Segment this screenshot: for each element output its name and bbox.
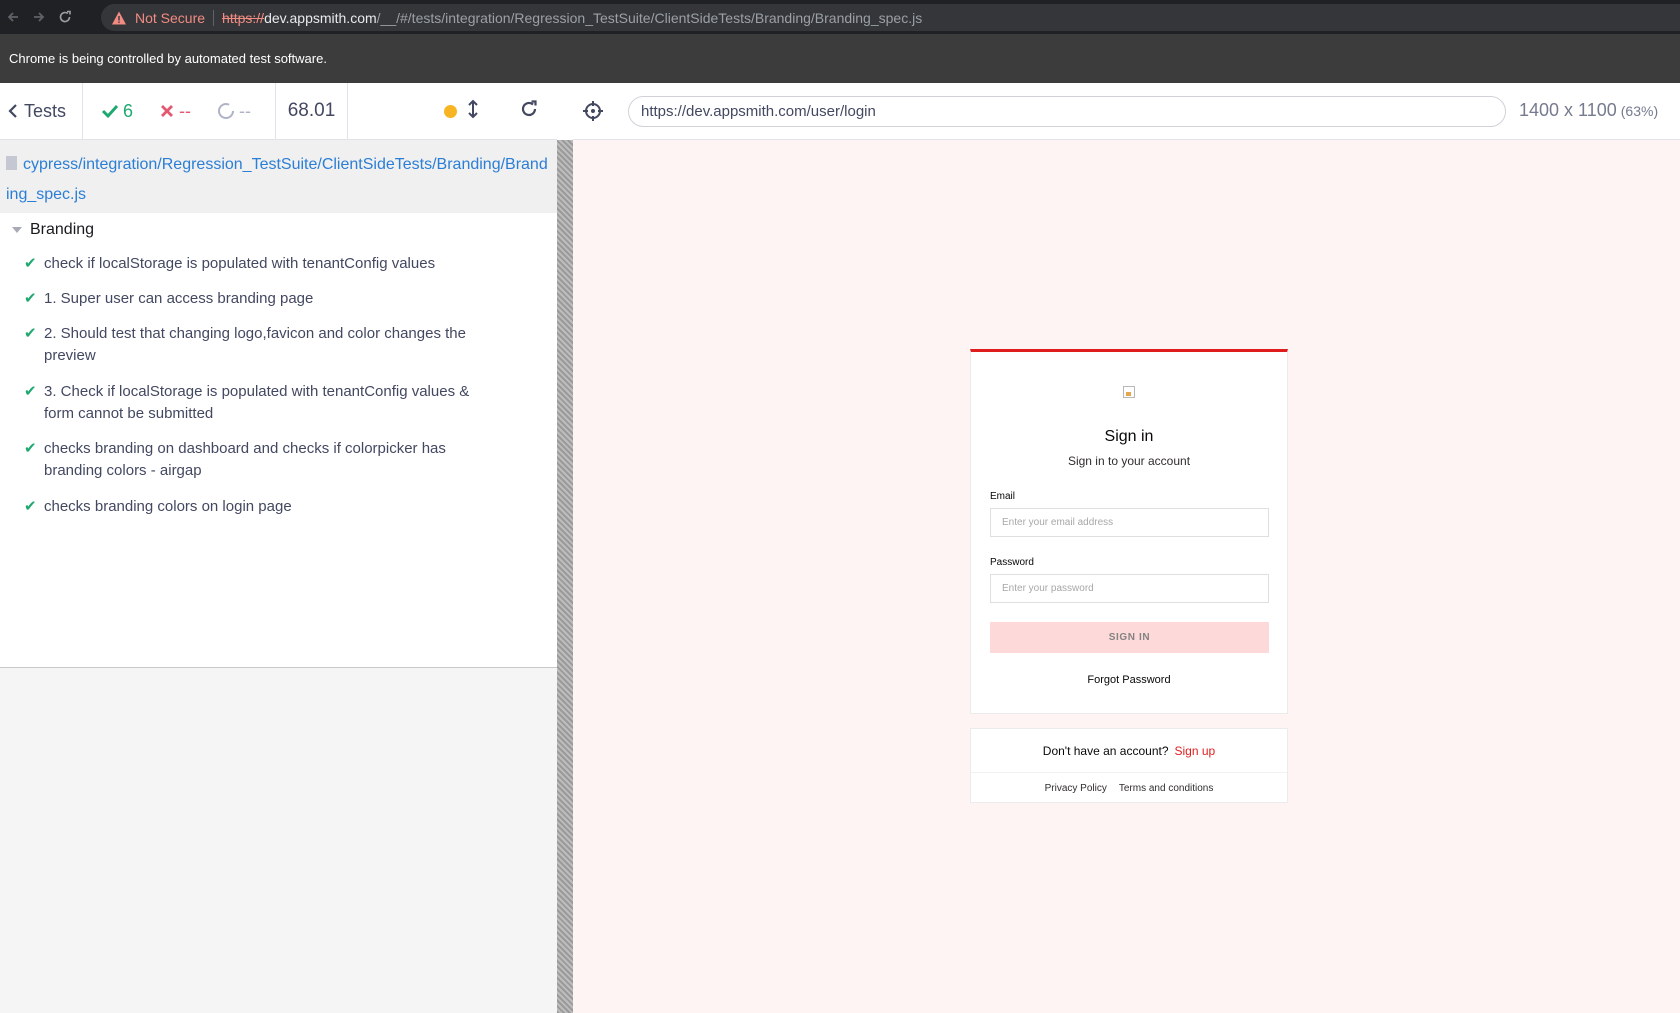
no-account-text: Don't have an account? bbox=[1042, 743, 1169, 758]
viewport-info[interactable]: 1400 x 1100 (63%) bbox=[1519, 100, 1658, 121]
file-icon bbox=[6, 156, 17, 170]
passed-stat[interactable]: 6 bbox=[101, 101, 133, 122]
aut-url-bar[interactable]: https://dev.appsmith.com/user/login bbox=[628, 96, 1506, 127]
viewport-scale: (63%) bbox=[1620, 103, 1659, 119]
tests-label: Tests bbox=[24, 100, 67, 121]
email-input[interactable]: Enter your email address bbox=[990, 508, 1269, 537]
url-path: /__/#/tests/integration/Regression_TestS… bbox=[376, 9, 923, 26]
x-icon bbox=[161, 105, 174, 117]
reporter-header: Tests 6 -- -- 68.01 bbox=[0, 83, 557, 140]
browser-toolbar: Not Secure https://dev.appsmith.com/__/#… bbox=[0, 0, 1680, 34]
test-label: checks branding colors on login page bbox=[44, 498, 292, 515]
email-label: Email bbox=[990, 491, 1016, 502]
signin-button[interactable]: SIGN IN bbox=[990, 622, 1269, 653]
duration: 68.01 bbox=[276, 83, 348, 139]
pending-stat[interactable]: -- bbox=[217, 101, 251, 122]
signin-title: Sign in bbox=[1104, 428, 1154, 445]
aut-header: https://dev.appsmith.com/user/login 1400… bbox=[573, 83, 1680, 140]
address-bar[interactable]: Not Secure https://dev.appsmith.com/__/#… bbox=[101, 4, 1680, 31]
check-icon: ✔ bbox=[24, 383, 37, 400]
auto-scroll-toggle[interactable] bbox=[467, 99, 479, 124]
test-label: 1. Super user can access branding page bbox=[44, 290, 314, 307]
password-input[interactable]: Enter your password bbox=[990, 574, 1269, 603]
forward-button[interactable] bbox=[26, 0, 52, 34]
automation-infobar: Chrome is being controlled by automated … bbox=[0, 34, 1680, 83]
test-item[interactable]: ✔ 3. Check if localStorage is populated … bbox=[24, 381, 494, 425]
suite-header[interactable]: Branding bbox=[12, 221, 94, 239]
signup-link[interactable]: Sign up bbox=[1175, 744, 1216, 758]
test-stats: 6 -- -- bbox=[83, 83, 276, 139]
suite-title: Branding bbox=[30, 221, 95, 238]
crosshairs-icon bbox=[583, 101, 603, 121]
failed-stat[interactable]: -- bbox=[159, 101, 191, 122]
check-icon: ✔ bbox=[24, 498, 37, 515]
viewport-size: 1400 x 1100 bbox=[1519, 100, 1617, 120]
tests-back-button[interactable]: Tests bbox=[0, 83, 83, 139]
redo-icon bbox=[521, 99, 537, 116]
test-item[interactable]: ✔ 1. Super user can access branding page bbox=[24, 288, 494, 310]
chevron-left-icon bbox=[8, 104, 17, 118]
url-host: dev.appsmith.com bbox=[264, 9, 377, 26]
password-placeholder: Enter your password bbox=[1002, 583, 1094, 594]
check-icon: ✔ bbox=[24, 290, 37, 307]
check-icon: ✔ bbox=[24, 255, 37, 272]
signup-row: Don't have an account? Sign up bbox=[971, 729, 1287, 773]
warning-icon bbox=[112, 11, 126, 24]
reload-icon bbox=[59, 10, 71, 23]
legal-links: Privacy Policy Terms and conditions bbox=[971, 773, 1287, 804]
arrow-right-icon bbox=[34, 12, 45, 22]
terms-link[interactable]: Terms and conditions bbox=[1119, 783, 1214, 794]
privacy-policy-link[interactable]: Privacy Policy bbox=[1045, 783, 1107, 794]
check-icon: ✔ bbox=[24, 440, 37, 457]
divider-top bbox=[557, 83, 573, 140]
security-status[interactable]: Not Secure bbox=[135, 10, 205, 26]
back-button[interactable] bbox=[0, 0, 26, 34]
test-item[interactable]: ✔ 2. Should test that changing logo,favi… bbox=[24, 323, 494, 367]
signup-card: Don't have an account? Sign up Privacy P… bbox=[970, 728, 1288, 803]
reporter-body: cypress/integration/Regression_TestSuite… bbox=[0, 140, 557, 1013]
aut-url-text: https://dev.appsmith.com/user/login bbox=[641, 103, 876, 120]
arrows-vertical-icon bbox=[468, 99, 478, 118]
reload-button[interactable] bbox=[52, 0, 78, 34]
email-placeholder: Enter your email address bbox=[1002, 517, 1114, 528]
url-scheme: https:// bbox=[222, 9, 265, 26]
running-status-dot bbox=[444, 104, 457, 118]
login-card: Sign in Sign in to your account Email En… bbox=[970, 349, 1288, 714]
test-label: 3. Check if localStorage is populated wi… bbox=[44, 383, 470, 422]
duration-value: 68.01 bbox=[287, 100, 336, 121]
panel-resize-handle[interactable] bbox=[557, 140, 573, 1013]
rerun-button[interactable] bbox=[519, 99, 539, 124]
arrow-left-icon bbox=[7, 12, 18, 22]
pending-count: -- bbox=[239, 100, 252, 121]
check-icon bbox=[101, 104, 119, 119]
circle-notch-icon bbox=[218, 103, 235, 119]
test-item[interactable]: ✔ check if localStorage is populated wit… bbox=[24, 253, 494, 275]
test-item[interactable]: ✔ checks branding colors on login page bbox=[24, 496, 494, 518]
test-label: checks branding on dashboard and checks … bbox=[44, 440, 446, 479]
omnibox-separator bbox=[213, 9, 215, 26]
test-label: 2. Should test that changing logo,favico… bbox=[44, 325, 466, 364]
caret-down-icon bbox=[12, 227, 22, 233]
check-icon: ✔ bbox=[24, 325, 37, 342]
forgot-password-link[interactable]: Forgot Password bbox=[971, 674, 1287, 686]
infobar-text: Chrome is being controlled by automated … bbox=[9, 51, 327, 66]
passed-count: 6 bbox=[123, 100, 134, 121]
failed-count: -- bbox=[179, 100, 192, 121]
password-label: Password bbox=[990, 557, 1034, 568]
test-item[interactable]: ✔ checks branding on dashboard and check… bbox=[24, 438, 494, 482]
reporter-controls bbox=[348, 83, 557, 139]
test-label: check if localStorage is populated with … bbox=[44, 255, 436, 272]
app-preview-frame: Sign in Sign in to your account Email En… bbox=[573, 140, 1680, 1013]
selector-playground-button[interactable] bbox=[582, 100, 604, 122]
spec-file-path[interactable]: cypress/integration/Regression_TestSuite… bbox=[0, 140, 557, 213]
signin-subtitle: Sign in to your account bbox=[1067, 454, 1191, 468]
test-suite: Branding ✔ check if localStorage is popu… bbox=[0, 213, 557, 668]
broken-image-icon bbox=[1123, 386, 1135, 398]
spec-path-text: cypress/integration/Regression_TestSuite… bbox=[6, 156, 548, 203]
